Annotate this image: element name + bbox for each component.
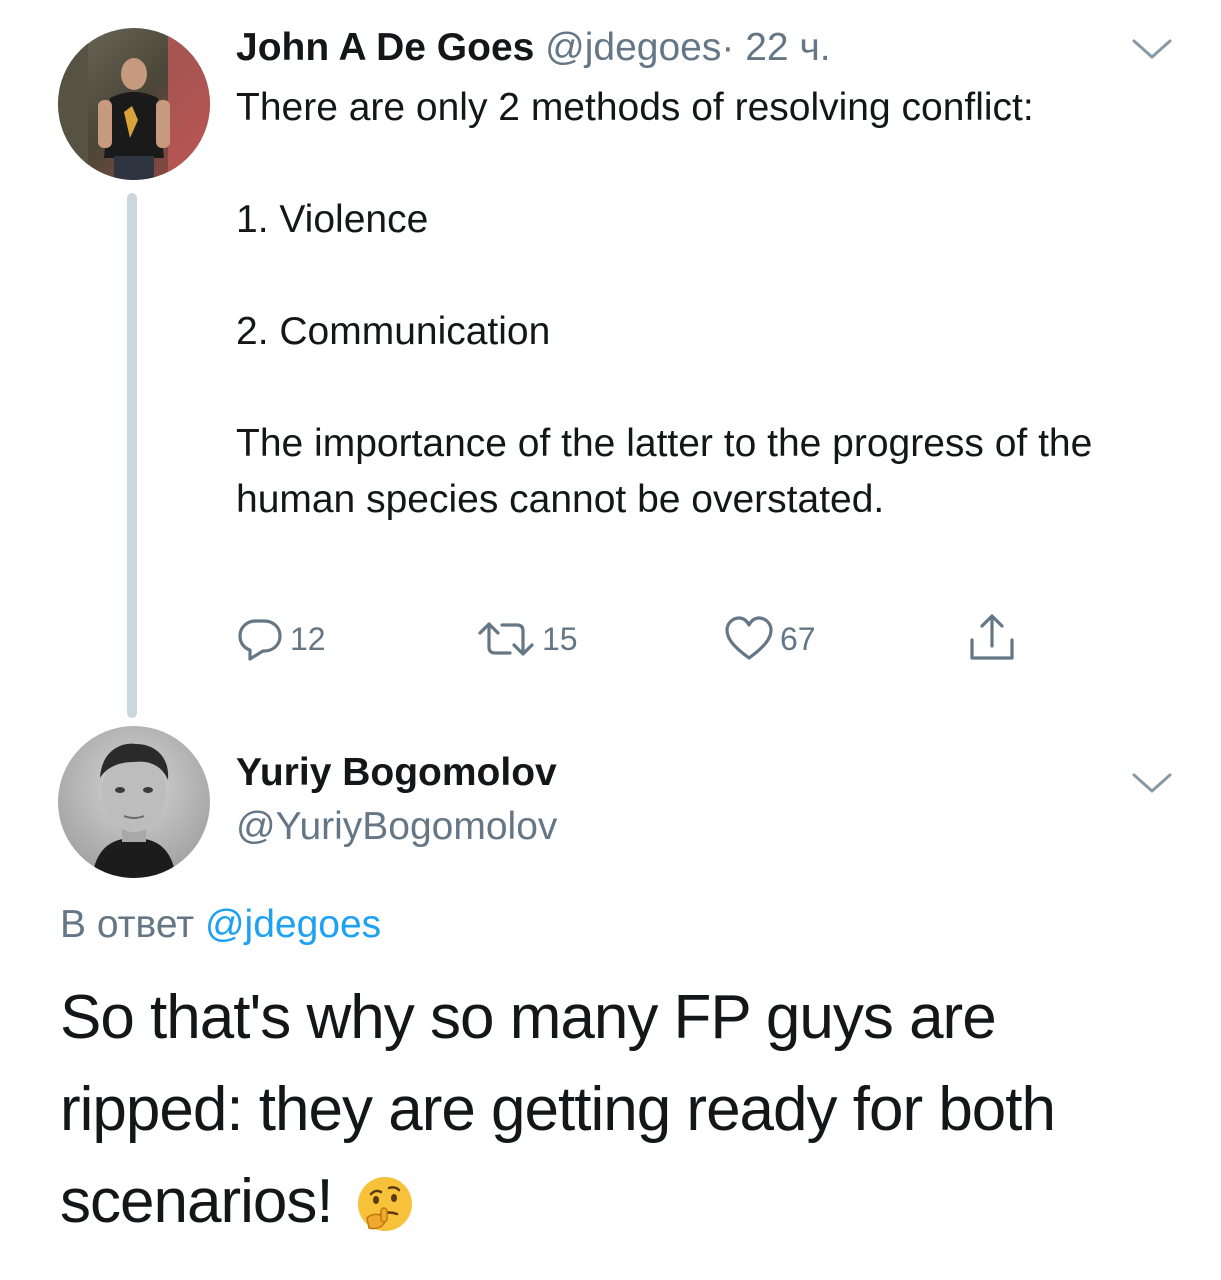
tweet-line: 1. Violence: [236, 198, 429, 241]
reply-count: 12: [290, 620, 326, 657]
tweet-line: 2. Communication: [236, 310, 551, 353]
tweet-time[interactable]: 22 ч.: [745, 26, 830, 69]
reply-context: В ответ @jdegoes: [60, 900, 381, 950]
avatar-photo: [58, 726, 210, 878]
retweet-count: 15: [542, 620, 578, 657]
reply-author-avatar[interactable]: [58, 726, 210, 878]
tweet-line: There are only 2 methods of resolving co…: [236, 86, 1034, 129]
retweet-icon: [478, 622, 534, 656]
tweet-header: John A De Goes @jdegoes· 22 ч.: [236, 24, 831, 72]
reply-body: So that's why so many FP guys are ripped…: [60, 972, 1180, 1248]
like-count: 67: [780, 620, 816, 657]
author-name[interactable]: John A De Goes: [236, 26, 534, 69]
thinking-face-emoji: [357, 1177, 412, 1231]
heart-icon: [725, 616, 773, 660]
reply-to-link[interactable]: @jdegoes: [205, 903, 381, 946]
chevron-down-icon[interactable]: [1130, 770, 1174, 796]
tweet-body: There are only 2 methods of resolving co…: [236, 80, 1166, 528]
author-avatar[interactable]: [58, 28, 210, 180]
reply-action[interactable]: 12: [236, 614, 326, 664]
tweet-line: The importance of the latter to the prog…: [236, 422, 1093, 521]
share-action[interactable]: [966, 614, 1018, 664]
reply-prefix: В ответ: [60, 903, 195, 946]
avatar-photo: [58, 28, 210, 180]
retweet-action[interactable]: 15: [476, 614, 578, 664]
author-handle[interactable]: @jdegoes: [545, 26, 721, 69]
chevron-down-icon[interactable]: [1130, 36, 1174, 62]
reply-author-name[interactable]: Yuriy Bogomolov: [236, 748, 557, 798]
share-icon: [970, 614, 1014, 660]
like-action[interactable]: 67: [724, 614, 816, 664]
header-separator: ·: [721, 26, 735, 69]
reply-text: So that's why so many FP guys are ripped…: [60, 983, 1056, 1236]
speech-bubble-icon: [238, 619, 282, 661]
thread-connector-line: [127, 193, 137, 718]
reply-author-handle[interactable]: @YuriyBogomolov: [236, 802, 557, 852]
